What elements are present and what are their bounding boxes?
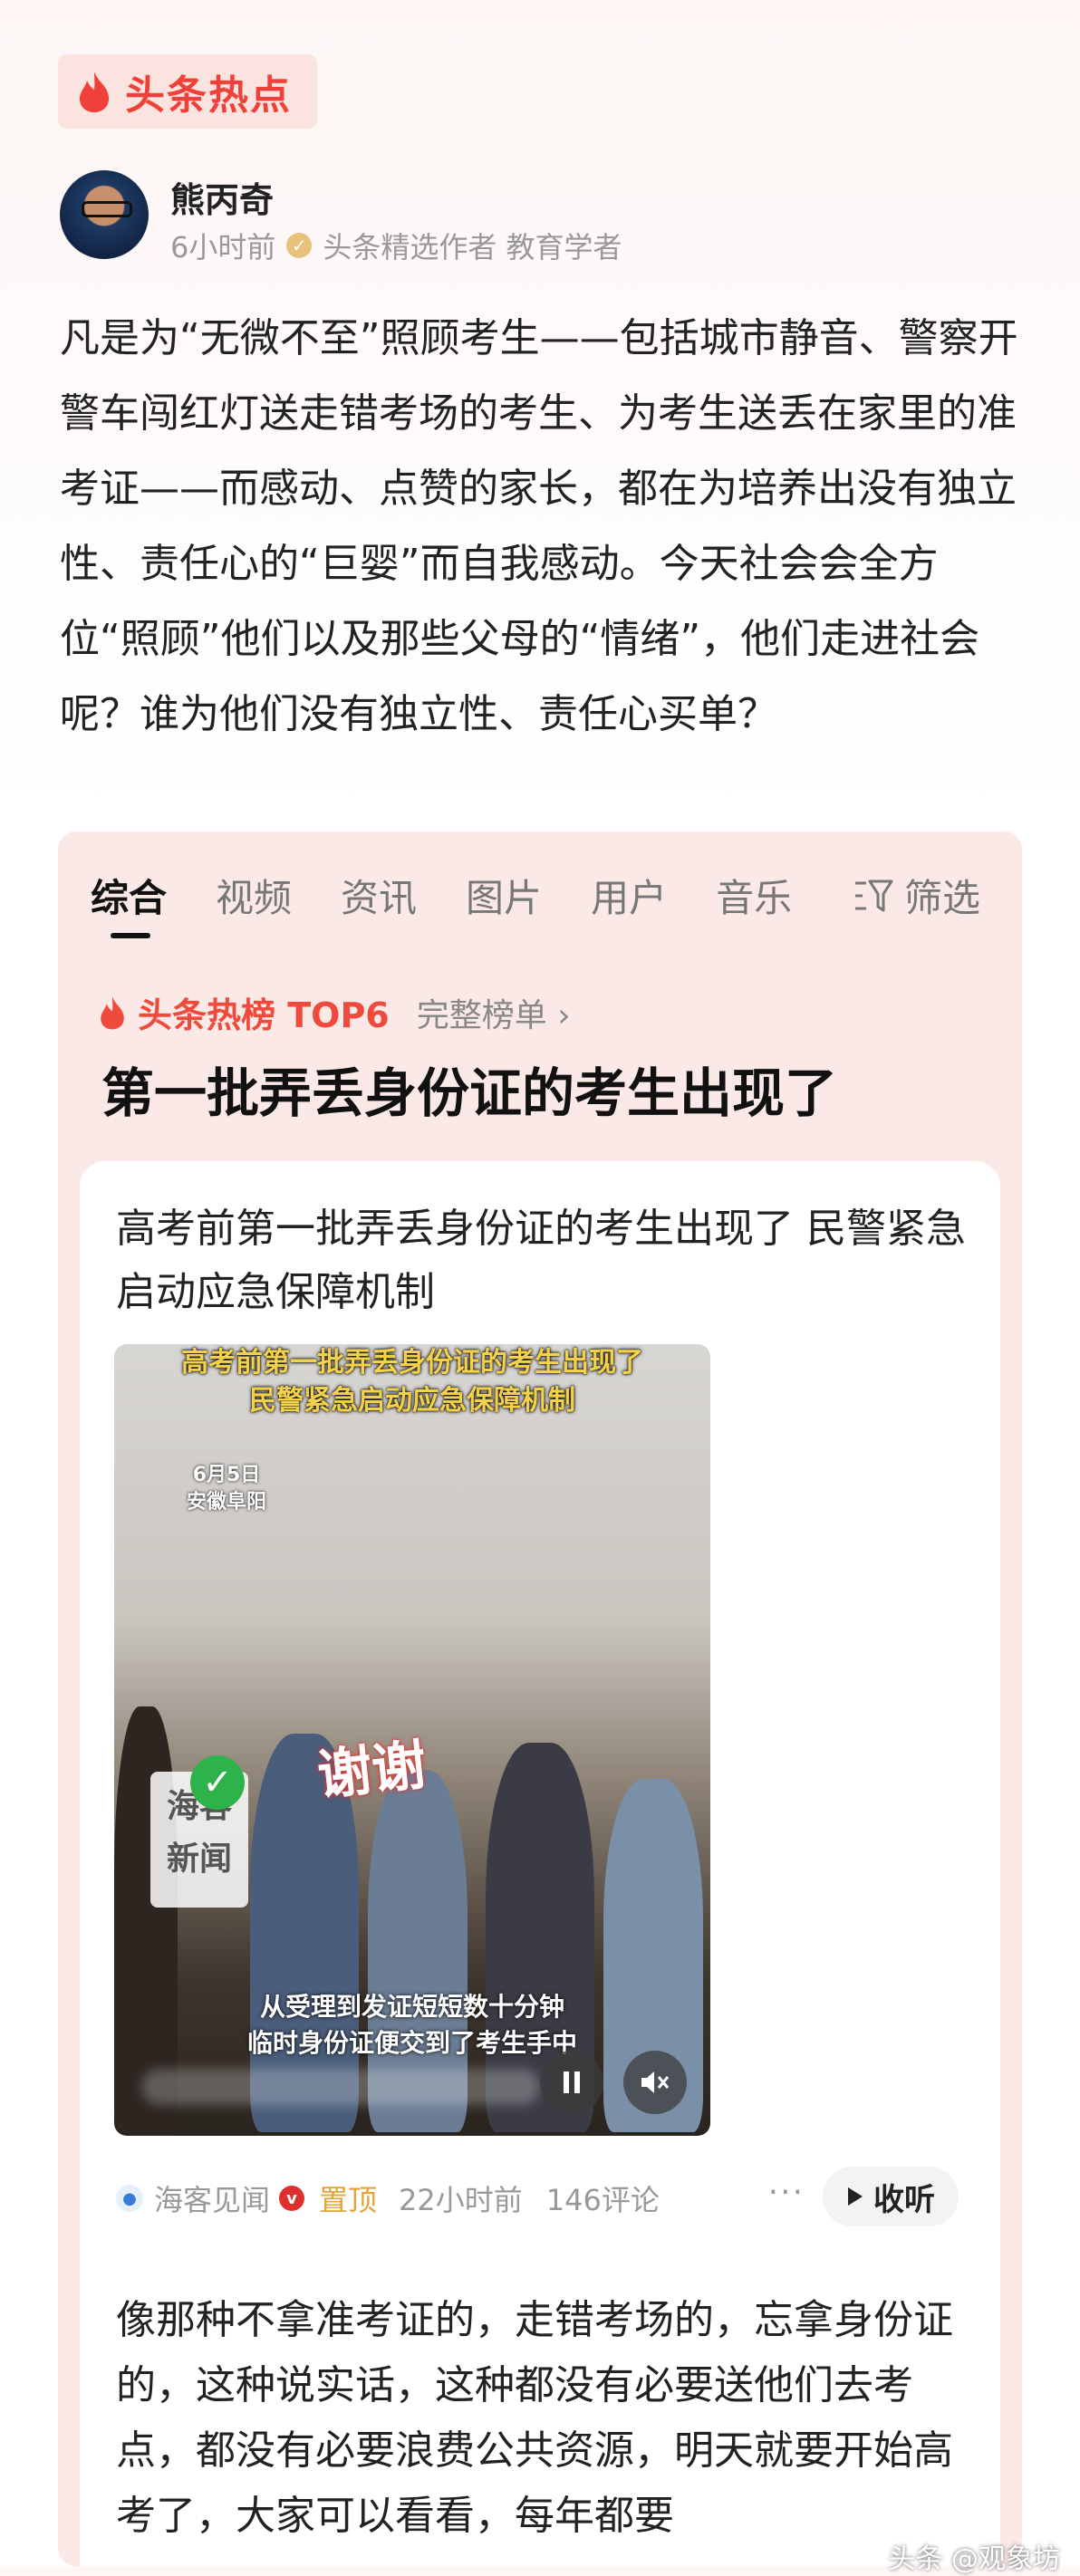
muted-speaker-icon — [641, 2071, 670, 2093]
check-icon: ✓ — [190, 1755, 245, 1810]
author-meta: 6小时前 ✓ 头条精选作者 教育学者 — [170, 225, 622, 266]
filter-button[interactable]: 筛选 — [853, 868, 980, 923]
hot-topic-title[interactable]: 第一批弄丢身份证的考生出现了 — [101, 1051, 837, 1127]
search-tabs: 综合 视频 资讯 图片 用户 音乐 — [91, 868, 841, 938]
news-time: 22小时前 — [399, 2183, 523, 2217]
filter-label: 筛选 — [903, 876, 980, 920]
news-card[interactable]: 高考前第一批弄丢身份证的考生出现了 民警紧急启动应急保障机制 高考前第一批弄丢身… — [80, 1161, 1000, 2566]
post-time: 6小时前 — [170, 230, 276, 264]
hot-topic-badge[interactable]: 头条热点 — [58, 54, 317, 129]
pause-icon — [564, 2071, 580, 2093]
listen-button[interactable]: 收听 — [823, 2167, 959, 2226]
tab-all[interactable]: 综合 — [91, 868, 167, 938]
filter-icon — [854, 879, 893, 911]
video-player[interactable]: 高考前第一批弄丢身份证的考生出现了 民警紧急启动应急保障机制 6月5日 安徽阜阳… — [114, 1344, 710, 2136]
tab-music[interactable]: 音乐 — [716, 868, 792, 923]
search-result-card: 综合 视频 资讯 图片 用户 音乐 筛选 头条热榜 TOP6 完整榜单 › 第一… — [58, 831, 1022, 2566]
verified-v-icon: v — [279, 2186, 305, 2211]
video-date: 6月5日 安徽阜阳 — [187, 1464, 267, 1514]
news-meta-row: ● 海客见闻 v 置顶 22小时前 146评论 ··· 收听 — [116, 2167, 986, 2230]
news-body-text: 像那种不拿准考证的，走错考场的，忘拿身份证的，这种说实话，这种都没有必要送他们去… — [116, 2297, 953, 2539]
author-tags: 头条精选作者 教育学者 — [323, 230, 622, 264]
post-text: 凡是为“无微不至”照顾考生——包括城市静音、警察开警车闯红灯送走错考场的考生、为… — [60, 315, 1018, 737]
tab-news[interactable]: 资讯 — [341, 868, 417, 923]
flame-icon — [80, 72, 109, 112]
watermark: 头条 @观象坊 — [888, 2543, 1060, 2575]
tab-images[interactable]: 图片 — [466, 868, 542, 923]
more-options[interactable]: ··· — [768, 2174, 805, 2211]
mute-button[interactable] — [623, 2051, 687, 2114]
source-logo-icon: ● — [116, 2185, 143, 2212]
author-avatar[interactable] — [60, 170, 149, 259]
full-list-link[interactable]: 完整榜单 › — [417, 989, 571, 1036]
hot-list-label: 头条热榜 TOP6 — [138, 995, 390, 1035]
author-name[interactable]: 熊丙奇 — [170, 172, 274, 222]
badge-label: 头条热点 — [125, 72, 292, 119]
video-subtitle: 从受理到发证短短数十分钟 临时身份证便交到了考生手中 — [246, 1992, 577, 2058]
pause-button[interactable] — [540, 2051, 603, 2114]
hot-list-row[interactable]: 头条热榜 TOP6 完整榜单 › — [98, 987, 571, 1037]
flame-icon — [101, 995, 124, 1029]
tab-video[interactable]: 视频 — [216, 868, 292, 923]
source-name[interactable]: 海客见闻 — [154, 2177, 270, 2219]
pinned-tag: 置顶 — [319, 2183, 378, 2217]
video-caption: 高考前第一批弄丢身份证的考生出现了 民警紧急启动应急保障机制 — [181, 1347, 643, 1417]
video-overlay-text: 谢谢 — [314, 1733, 429, 1809]
play-icon — [848, 2187, 863, 2206]
comment-count[interactable]: 146评论 — [546, 2177, 660, 2219]
tab-users[interactable]: 用户 — [591, 868, 667, 923]
verified-icon: ✓ — [286, 233, 313, 258]
news-title[interactable]: 高考前第一批弄丢身份证的考生出现了 民警紧急启动应急保障机制 — [116, 1197, 977, 1324]
